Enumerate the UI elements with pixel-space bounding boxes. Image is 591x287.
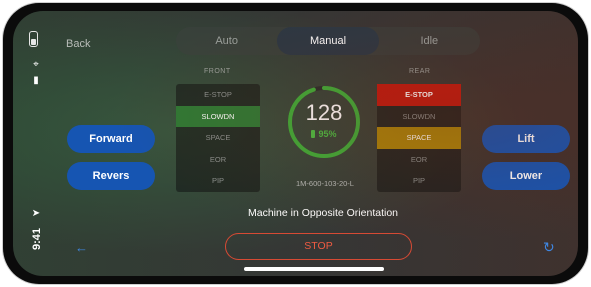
status-time: 9:41 — [31, 227, 43, 251]
battery-icon — [29, 31, 38, 47]
device-frame: ⌖ ▮ ➤ 9:41 Back Auto Manual Idle FRONT E… — [3, 3, 588, 284]
cellular-icon: ▮ — [33, 75, 39, 86]
gauge-battery-percent: 95% — [287, 129, 361, 139]
battery-percent-text: 95% — [318, 129, 337, 139]
back-button[interactable]: Back — [66, 38, 90, 50]
refresh-icon[interactable]: ↻ — [543, 239, 555, 256]
gauge-value: 128 — [305, 100, 343, 125]
app-screen: ⌖ ▮ ➤ 9:41 Back Auto Manual Idle FRONT E… — [13, 11, 578, 276]
lower-button[interactable]: Lower — [482, 162, 570, 190]
front-space: SPACE — [205, 133, 231, 142]
rear-space: SPACE — [377, 127, 461, 149]
arrow-left-icon[interactable]: ← — [75, 240, 88, 255]
rear-pip: PIP — [412, 176, 426, 185]
front-label: FRONT — [204, 68, 231, 75]
front-slowdn: SLOWDN — [176, 105, 260, 127]
tab-auto[interactable]: Auto — [176, 27, 277, 55]
stop-button[interactable]: STOP — [225, 233, 412, 260]
front-estop: E-STOP — [204, 90, 232, 99]
battery-small-icon — [311, 130, 316, 138]
wifi-icon: ⌖ — [33, 59, 39, 70]
front-pip: PIP — [211, 176, 225, 185]
rear-sensor-list: E-STOP SLOWDN SPACE EOR PIP — [377, 84, 461, 192]
forward-button[interactable]: Forward — [67, 125, 155, 153]
tab-manual[interactable]: Manual — [277, 27, 379, 55]
mode-selector: Auto Manual Idle — [176, 27, 480, 55]
rear-estop: E-STOP — [377, 84, 461, 106]
rear-eor: EOR — [410, 154, 428, 164]
front-eor: EOR — [209, 154, 227, 164]
rear-slowdn: SLOWDN — [402, 111, 436, 121]
orientation-message: Machine in Opposite Orientation — [248, 207, 398, 219]
lift-button[interactable]: Lift — [482, 125, 570, 153]
rear-label: REAR — [409, 68, 431, 75]
status-bar: ⌖ ▮ ➤ 9:41 — [13, 11, 57, 276]
front-sensor-list: E-STOP SLOWDN SPACE EOR PIP — [176, 84, 260, 192]
machine-id: 1M-600-103-20-L — [296, 179, 354, 188]
reverse-button[interactable]: Revers — [67, 162, 155, 190]
tab-idle[interactable]: Idle — [379, 27, 480, 55]
home-indicator[interactable] — [244, 267, 384, 271]
